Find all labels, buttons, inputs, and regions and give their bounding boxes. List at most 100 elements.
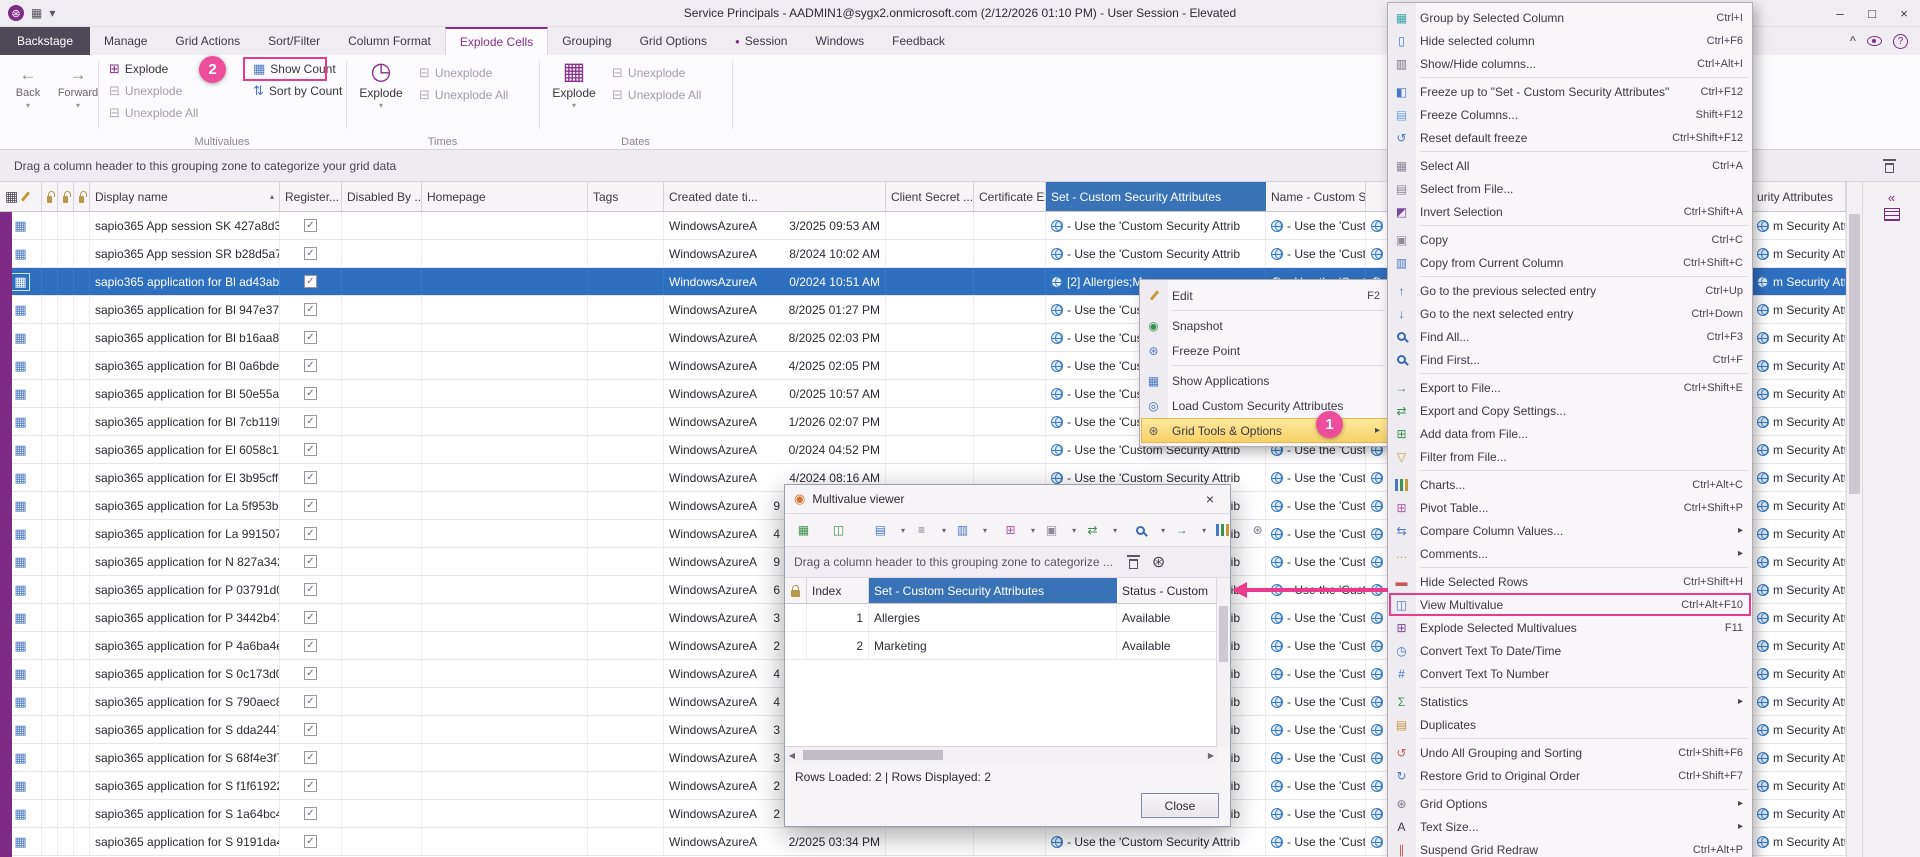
dialog-title-bar[interactable]: ◉ Multivalue viewer × <box>785 485 1230 514</box>
scroll-left-icon[interactable]: ◀ <box>785 751 799 760</box>
registered-checkbox[interactable]: ✓ <box>304 471 317 484</box>
registered-checkbox[interactable]: ✓ <box>304 723 317 736</box>
column-header-disabled-by[interactable]: Disabled By ... <box>342 182 422 211</box>
forward-button[interactable]: → Forward ▾ <box>58 65 98 110</box>
column-header-0[interactable]: ▦ <box>0 182 42 211</box>
registered-checkbox[interactable]: ✓ <box>304 443 317 456</box>
maximize-button[interactable]: □ <box>1856 0 1888 26</box>
dialog-table-row[interactable]: 1 Allergies Available <box>785 604 1218 632</box>
times-unexplode-button[interactable]: ⊟ Unexplode <box>414 63 497 83</box>
dialog-table-row[interactable]: 2 Marketing Available <box>785 632 1218 660</box>
menu-item-find-all[interactable]: Find All... Ctrl+F3 <box>1389 325 1751 348</box>
dialog-scrollbar-thumb[interactable] <box>1219 606 1228 662</box>
dialog-search-icon[interactable]: ▾ <box>1128 519 1168 542</box>
menu-item-explode-selected-multivalues[interactable]: ⊞ Explode Selected Multivalues F11 <box>1389 616 1751 639</box>
show-count-button[interactable]: ▦ Show Count <box>248 59 341 79</box>
menu-item-hide-selected-column[interactable]: ▯ Hide selected column Ctrl+F6 <box>1389 29 1751 52</box>
menu-item-duplicates[interactable]: ▤ Duplicates <box>1389 713 1751 736</box>
registered-checkbox[interactable]: ✓ <box>304 331 317 344</box>
tab-backstage[interactable]: Backstage <box>0 27 91 55</box>
column-header-name-custom-s[interactable]: Name - Custom S. <box>1266 182 1366 211</box>
menu-item-convert-text-to-number[interactable]: # Convert Text To Number <box>1389 662 1751 685</box>
menu-item-view-multivalue[interactable]: ◫ View Multivalue Ctrl+Alt+F10 <box>1389 593 1751 616</box>
scrollbar-thumb[interactable] <box>1849 214 1860 494</box>
dialog-settings-icon[interactable]: ⊛ <box>1245 519 1279 542</box>
registered-checkbox[interactable]: ✓ <box>304 751 317 764</box>
menu-item-reset-default-freeze[interactable]: ↺ Reset default freeze Ctrl+Shift+F12 <box>1389 126 1751 149</box>
column-header-1[interactable] <box>42 182 58 211</box>
dialog-paste-icon[interactable]: ⇄ ▾ <box>1080 519 1120 542</box>
dialog-grouping-bar[interactable]: Drag a column header to this grouping zo… <box>785 547 1230 578</box>
dialog-column-header-index[interactable]: Index <box>807 578 869 603</box>
dialog-vertical-scrollbar[interactable] <box>1216 578 1230 747</box>
unexplode-button[interactable]: ⊟ Unexplode <box>104 81 187 101</box>
eye-icon[interactable] <box>1867 36 1882 46</box>
menu-item-add-data-from-file[interactable]: ⊞ Add data from File... <box>1389 422 1751 445</box>
explode-button[interactable]: ⊞ Explode <box>104 59 173 79</box>
column-header-register[interactable]: Register... <box>280 182 342 211</box>
registered-checkbox[interactable]: ✓ <box>304 415 317 428</box>
registered-checkbox[interactable]: ✓ <box>304 807 317 820</box>
registered-checkbox[interactable]: ✓ <box>304 611 317 624</box>
tab-sort-filter[interactable]: Sort/Filter <box>254 27 334 55</box>
tab-grouping[interactable]: Grouping <box>548 27 625 55</box>
tab-grid-actions[interactable]: Grid Actions <box>161 27 254 55</box>
dialog-table-view-icon[interactable]: ▦ <box>791 519 825 542</box>
help-icon[interactable]: ? <box>1893 33 1908 49</box>
menu-item-load-custom-security-attributes[interactable]: ◎ Load Custom Security Attributes <box>1141 393 1388 418</box>
registered-checkbox[interactable]: ✓ <box>304 555 317 568</box>
menu-item-hide-selected-rows[interactable]: ▬ Hide Selected Rows Ctrl+Shift+H <box>1389 570 1751 593</box>
dialog-chart-icon[interactable] <box>1210 519 1244 542</box>
menu-item-copy[interactable]: ▣ Copy Ctrl+C <box>1389 228 1751 251</box>
tab-column-format[interactable]: Column Format <box>334 27 445 55</box>
tab-explode-cells[interactable]: Explode Cells <box>444 27 549 55</box>
column-header-3[interactable] <box>74 182 90 211</box>
menu-item-freeze-up-to-set-custom-security-attributes[interactable]: ◧ Freeze up to "Set - Custom Security Att… <box>1389 80 1751 103</box>
column-header-set-custom-security-attributes[interactable]: Set - Custom Security Attributes <box>1046 182 1266 211</box>
expand-panel-icon[interactable]: « <box>1881 188 1903 206</box>
menu-item-undo-all-grouping-and-sorting[interactable]: ↺ Undo All Grouping and Sorting Ctrl+Shift… <box>1389 741 1751 764</box>
times-unexplode-all-button[interactable]: ⊟ Unexplode All <box>414 85 513 105</box>
back-button[interactable]: ← Back ▾ <box>8 65 48 110</box>
dialog-column-header-status-custom[interactable]: Status - Custom <box>1117 578 1218 603</box>
dates-unexplode-all-button[interactable]: ⊟ Unexplode All <box>607 85 706 105</box>
column-header-certificate-ex[interactable]: Certificate Ex... <box>974 182 1046 211</box>
menu-item-find-first[interactable]: Find First... Ctrl+F <box>1389 348 1751 371</box>
tab-session[interactable]: ● Session <box>721 27 802 55</box>
dropdown-caret-icon[interactable]: ▾ <box>49 6 55 20</box>
dialog-card-view-icon[interactable]: ◫ <box>826 519 860 542</box>
collapse-ribbon-icon[interactable]: ^ <box>1850 35 1856 47</box>
menu-item-convert-text-to-date-time[interactable]: ◷ Convert Text To Date/Time <box>1389 639 1751 662</box>
registered-checkbox[interactable]: ✓ <box>304 275 317 288</box>
dialog-trash-icon[interactable] <box>1126 555 1140 569</box>
registered-checkbox[interactable]: ✓ <box>304 499 317 512</box>
menu-item-edit[interactable]: Edit F2 <box>1141 283 1388 308</box>
dialog-export-icon[interactable]: → ▾ <box>1169 519 1209 542</box>
column-header-2[interactable] <box>58 182 74 211</box>
dialog-copy-icon[interactable]: ▣ ▾ <box>1039 519 1079 542</box>
registered-checkbox[interactable]: ✓ <box>304 359 317 372</box>
vertical-scrollbar[interactable] <box>1846 182 1862 857</box>
menu-item-group-by-selected-column[interactable]: ▦ Group by Selected Column Ctrl+I <box>1389 6 1751 29</box>
dialog-rows-icon[interactable]: ≡ ▾ <box>909 519 949 542</box>
menu-item-export-to-file[interactable]: → Export to File... Ctrl+Shift+E <box>1389 376 1751 399</box>
menu-item-freeze-columns[interactable]: ▤ Freeze Columns... Shift+F12 <box>1389 103 1751 126</box>
registered-checkbox[interactable]: ✓ <box>304 247 317 260</box>
registered-checkbox[interactable]: ✓ <box>304 779 317 792</box>
column-header-urity-attributes[interactable]: urity Attributes <box>1752 182 1846 211</box>
menu-item-grid-options[interactable]: ⊛ Grid Options ▸ <box>1389 792 1751 815</box>
dialog-pivot-icon[interactable]: ⊞ ▾ <box>998 519 1038 542</box>
menu-item-snapshot[interactable]: ◉ Snapshot <box>1141 313 1388 338</box>
menu-item-copy-from-current-column[interactable]: ▥ Copy from Current Column Ctrl+Shift+C <box>1389 251 1751 274</box>
registered-checkbox[interactable]: ✓ <box>304 667 317 680</box>
registered-checkbox[interactable]: ✓ <box>304 219 317 232</box>
menu-item-export-and-copy-settings[interactable]: ⇄ Export and Copy Settings... <box>1389 399 1751 422</box>
tab-manage[interactable]: Manage <box>90 27 161 55</box>
dates-unexplode-button[interactable]: ⊟ Unexplode <box>607 63 690 83</box>
menu-item-freeze-point[interactable]: ⊛ Freeze Point <box>1141 338 1388 363</box>
menu-item-statistics[interactable]: Σ Statistics ▸ <box>1389 690 1751 713</box>
dialog-gear-icon[interactable]: ⊛ <box>1152 552 1165 572</box>
times-explode-button[interactable]: ◷ Explode ▾ <box>352 59 410 111</box>
menu-item-select-from-file[interactable]: ▤ Select from File... <box>1389 177 1751 200</box>
column-header-tags[interactable]: Tags <box>588 182 664 211</box>
